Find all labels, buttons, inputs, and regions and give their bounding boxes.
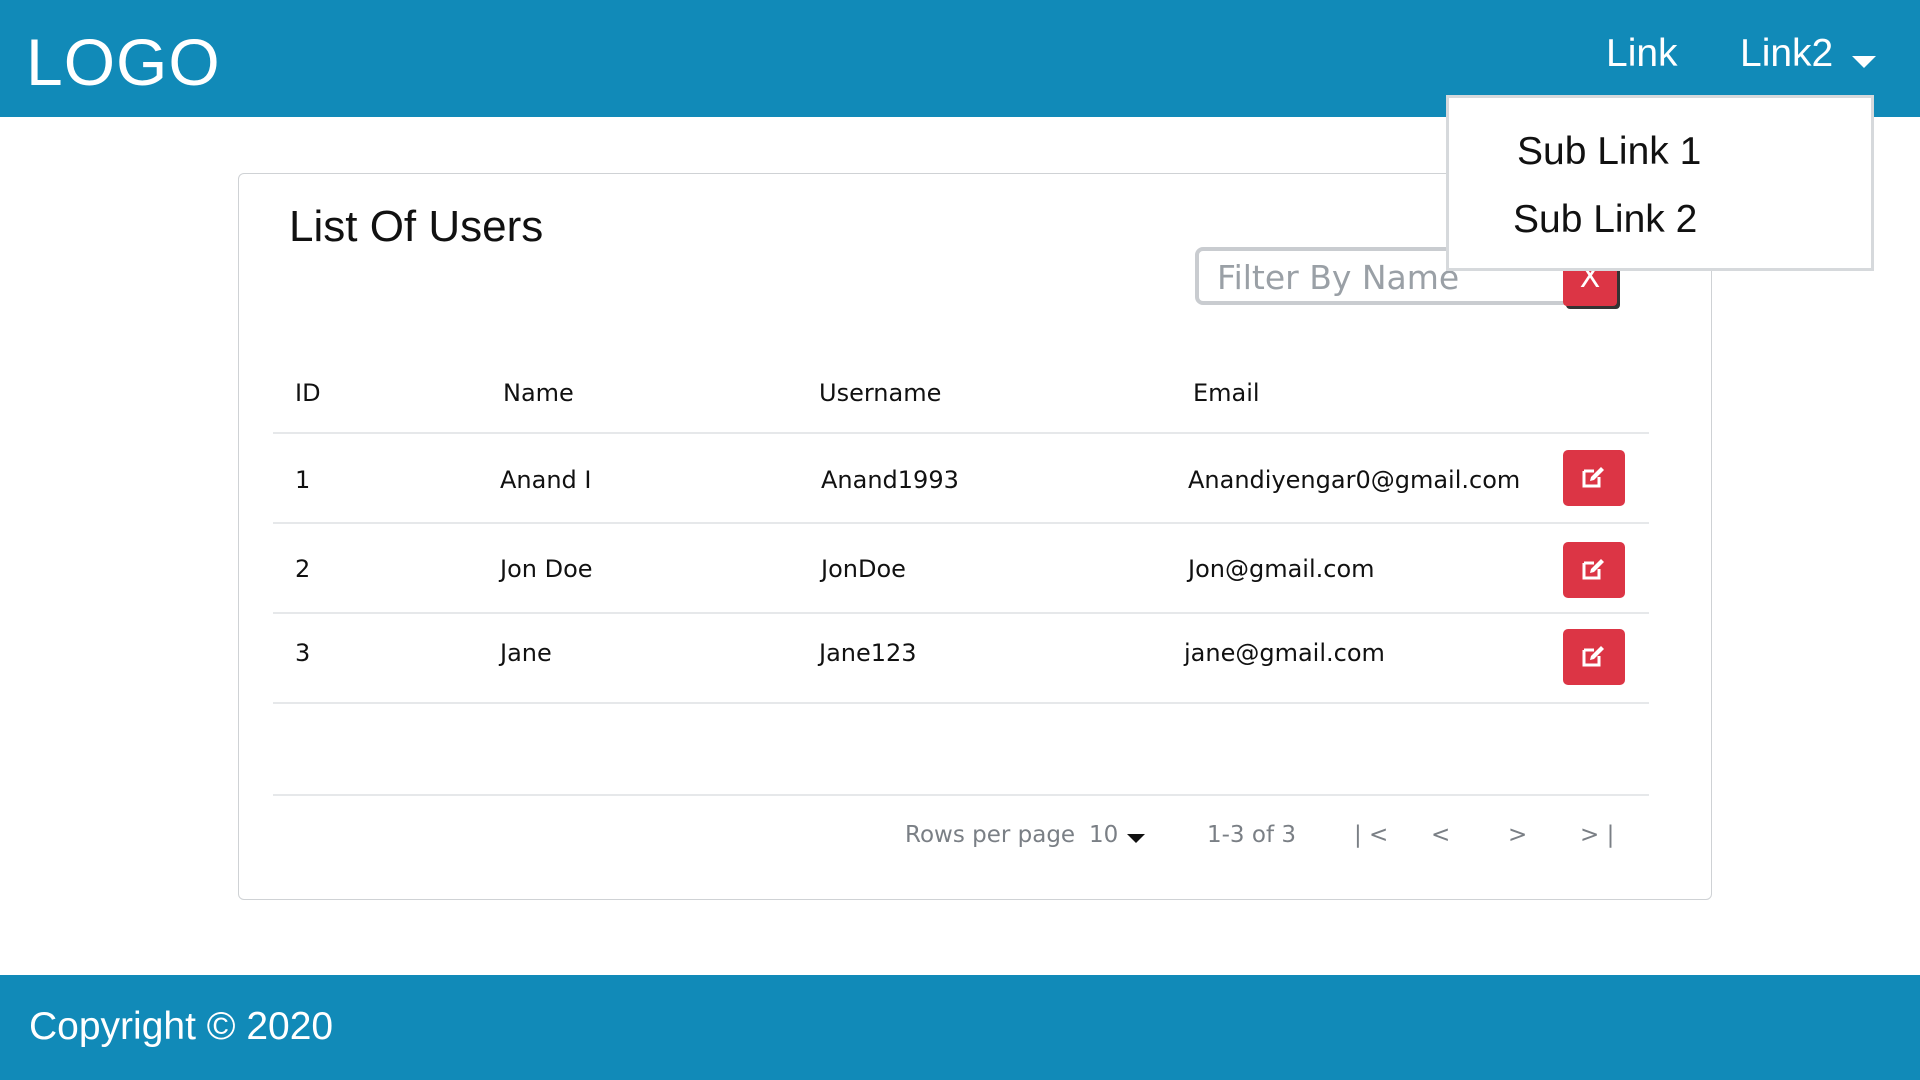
edit-button[interactable] (1563, 629, 1625, 685)
dropdown-item-sub-link-2[interactable]: Sub Link 2 (1513, 198, 1697, 242)
column-header-email[interactable]: Email (1193, 379, 1260, 407)
cell-id: 1 (295, 466, 311, 494)
cell-id: 2 (295, 555, 311, 583)
cell-username: Anand1993 (821, 466, 959, 494)
nav-link2-dropdown-toggle[interactable]: Link2 (1740, 32, 1833, 76)
edit-icon (1582, 646, 1604, 667)
edit-button[interactable] (1563, 542, 1625, 598)
caret-down-icon[interactable] (1127, 834, 1145, 843)
users-card: List Of Users X ID Name Username Email 1… (238, 173, 1712, 900)
edit-icon (1582, 559, 1604, 580)
logo[interactable]: LOGO (26, 24, 221, 100)
nav-link[interactable]: Link (1606, 32, 1678, 76)
cell-email: jane@gmail.com (1184, 639, 1385, 667)
next-page-button[interactable]: > (1508, 822, 1527, 848)
cell-name: Jon Doe (500, 555, 593, 583)
footer: Copyright © 2020 (0, 975, 1920, 1080)
divider (273, 522, 1649, 524)
divider (273, 794, 1649, 796)
dropdown-item-sub-link-1[interactable]: Sub Link 1 (1517, 130, 1701, 174)
column-header-id[interactable]: ID (295, 379, 321, 407)
cell-email: Jon@gmail.com (1188, 555, 1375, 583)
cell-id: 3 (295, 639, 311, 667)
last-page-button[interactable]: > | (1580, 822, 1614, 848)
cell-name: Anand I (500, 466, 592, 494)
previous-page-button[interactable]: < (1431, 822, 1450, 848)
column-header-username[interactable]: Username (819, 379, 941, 407)
nav-dropdown-menu: Sub Link 1 Sub Link 2 (1446, 95, 1874, 271)
pagination-range: 1-3 of 3 (1207, 822, 1296, 848)
edit-button[interactable] (1563, 450, 1625, 506)
edit-icon (1582, 467, 1604, 488)
divider (273, 432, 1649, 434)
divider (273, 612, 1649, 614)
rows-per-page-select[interactable]: 10 (1089, 822, 1118, 848)
copyright-text: Copyright © 2020 (29, 1005, 334, 1048)
cell-email: Anandiyengar0@gmail.com (1188, 466, 1521, 494)
caret-down-icon[interactable] (1852, 56, 1876, 68)
divider (273, 702, 1649, 704)
cell-username: JonDoe (821, 555, 906, 583)
cell-name: Jane (500, 639, 552, 667)
first-page-button[interactable]: | < (1354, 822, 1388, 848)
column-header-name[interactable]: Name (503, 379, 574, 407)
cell-username: Jane123 (819, 639, 917, 667)
rows-per-page-label: Rows per page (905, 822, 1076, 848)
page-title: List Of Users (289, 202, 544, 251)
